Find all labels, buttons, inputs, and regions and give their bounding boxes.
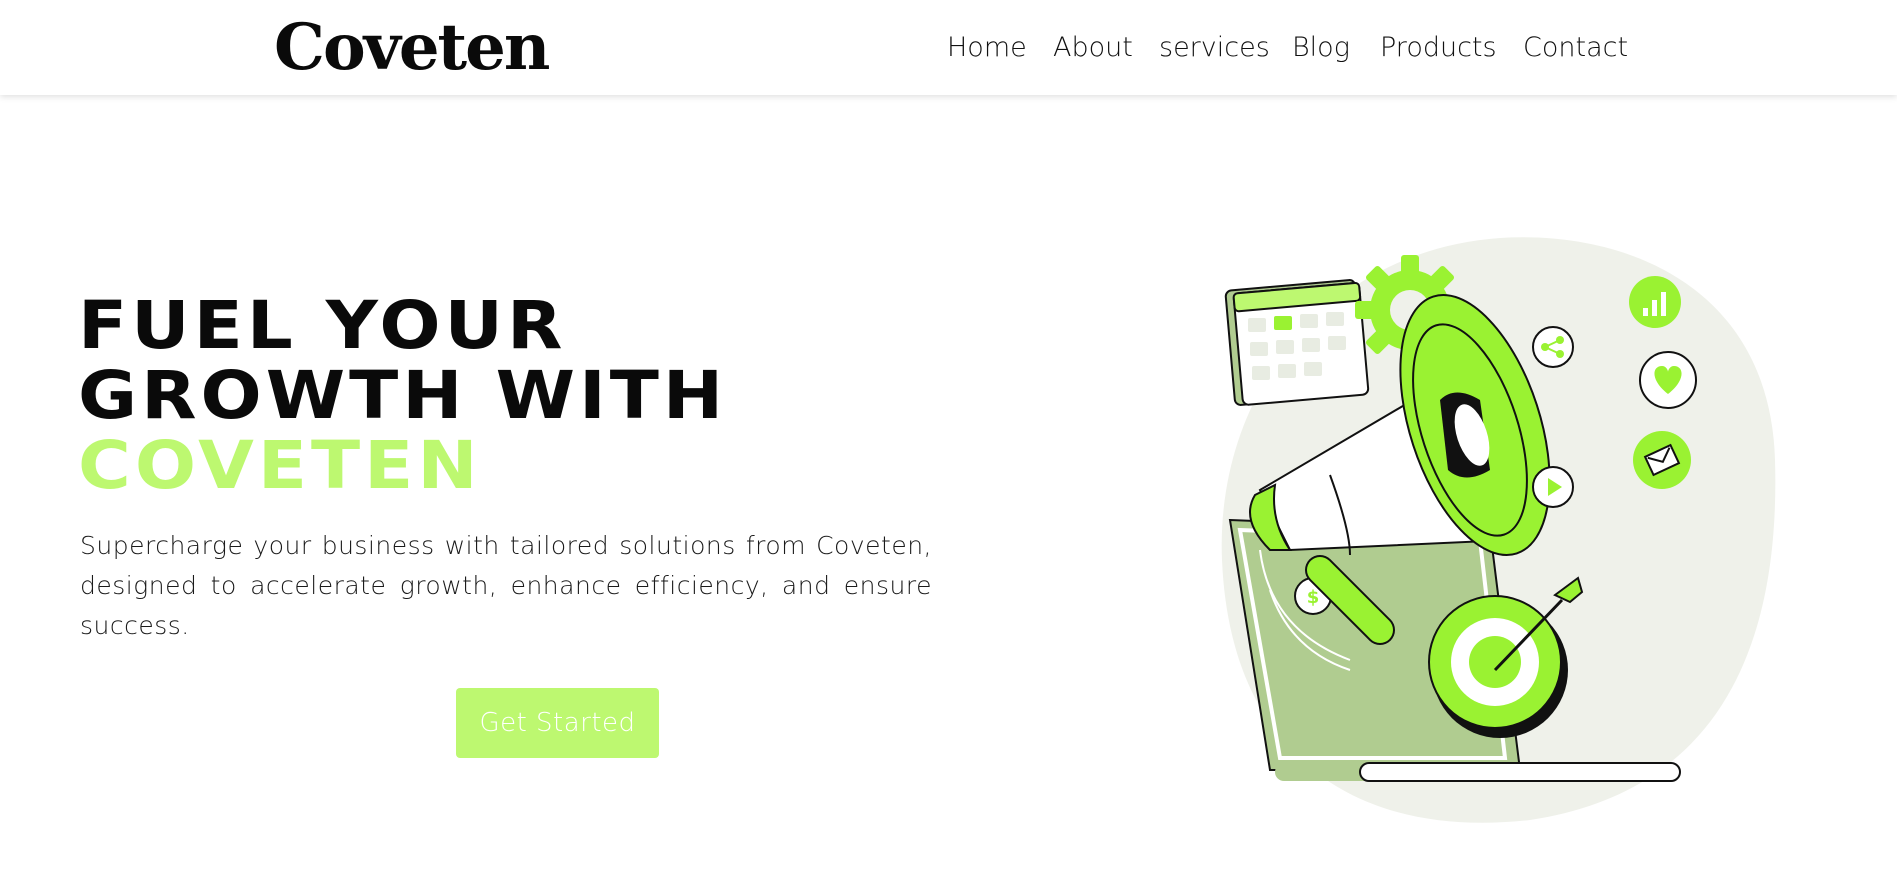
heart-icon [1639,351,1697,409]
nav-services[interactable]: services [1159,30,1270,66]
nav-products[interactable]: Products [1380,30,1497,66]
hero-title-line-1: Fuel Your [78,286,567,364]
nav-home[interactable]: Home [947,30,1027,66]
play-icon [1532,466,1574,508]
hero-description: Supercharge your business with tailored … [80,531,932,640]
nav-blog[interactable]: Blog [1292,30,1350,66]
hero-title-line-2: Growth With [78,356,728,434]
calendar-icon [1224,279,1370,406]
hero-title-brand: Coveten [78,426,482,504]
hero-illustration: $ [1221,237,1776,823]
svg-text:$: $ [1307,587,1320,608]
get-started-button[interactable]: Get Started [456,688,659,758]
hero-title: Fuel Your Growth With Coveten [78,290,978,500]
share-icon [1532,326,1574,368]
chart-icon [1629,276,1681,328]
navbar: Coveten Home About services Blog Product… [0,0,1897,95]
main-nav: Home About services Blog Products Contac… [0,0,1897,95]
nav-contact[interactable]: Contact [1523,30,1628,66]
nav-about[interactable]: About [1053,30,1133,66]
mail-icon [1633,431,1691,489]
